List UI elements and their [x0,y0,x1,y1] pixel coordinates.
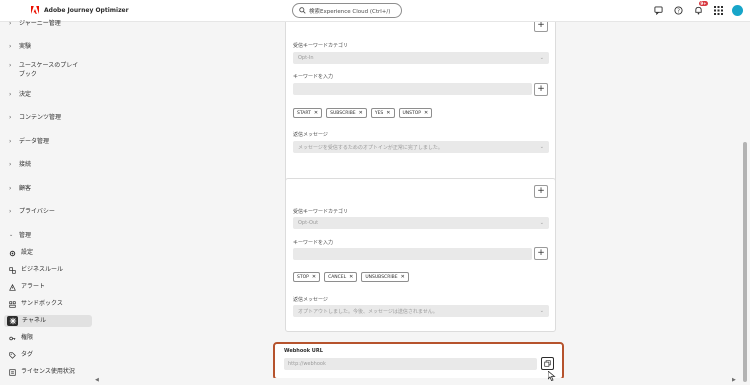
chevron-right-icon: › [9,20,12,27]
app-title[interactable]: Adobe Journey Optimizer [44,7,129,14]
mouse-pointer-icon [547,366,556,385]
chevron-down-icon: ⌄ [9,232,14,238]
chevron-down-icon: ⌄ [539,144,544,150]
chevron-down-icon: ⌄ [539,308,544,314]
webhook-url-field[interactable]: http://webhook [284,358,537,370]
sidebar-item-business-rules[interactable]: ビジネスルール [0,266,63,275]
sidebar-item-decisioning[interactable]: › 決定 [0,91,31,100]
sidebar-item-channels[interactable]: チャネル [4,315,92,327]
chevron-right-icon: › [9,62,12,69]
remove-tag-icon[interactable]: ✕ [424,110,428,116]
business-rules-icon [7,266,17,274]
sidebar: › ジャーニー管理 › 実験 › ユースケースのプレイブック › 決定 › コンテンツ管理… [0,20,95,384]
chevron-right-icon: › [9,138,12,145]
keyword-tag[interactable]: UNSTOP ✕ [398,108,433,118]
add-optin-keyword-button[interactable]: + [534,83,548,96]
scroll-right-arrow-icon[interactable]: ▶ [732,377,736,383]
optin-keyword-tags: START ✕ SUBSCRIBE ✕ YES ✕ UNSTOP ✕ [293,108,433,118]
remove-tag-icon[interactable]: ✕ [386,110,390,116]
optin-category-label: 受信キーワードカテゴリ [293,43,349,49]
help-icon[interactable]: ? [672,4,684,16]
keyword-tag[interactable]: SUBSCRIBE ✕ [326,108,367,118]
header-actions: ? 9+ [652,1,743,16]
notification-badge: 9+ [698,1,708,6]
license-icon [7,368,17,376]
keyword-tag[interactable]: STOP ✕ [293,272,321,282]
sidebar-item-administration[interactable]: ⌄ 管理 [0,232,31,241]
optin-reply-select[interactable]: メッセージを受信するためのオプトインが正常に完了しました。 ⌄ [293,141,549,153]
sidebar-item-journey-management[interactable]: › ジャーニー管理 [0,20,61,29]
remove-tag-icon[interactable]: ✕ [349,274,353,280]
optin-reply-label: 返信メッセージ [293,132,328,138]
sidebar-item-sandboxes[interactable]: サンドボックス [0,300,63,309]
sidebar-item-license-usage[interactable]: ライセンス使用状況 [0,368,75,377]
optout-keyword-label: キーワードを入力 [293,240,334,246]
chevron-right-icon: › [9,43,12,50]
optin-category-select[interactable]: Opt-In ⌄ [293,52,549,64]
remove-tag-icon[interactable]: ✕ [359,110,363,116]
channel-icon [7,316,18,326]
optout-category-select[interactable]: Opt-Out ⌄ [293,217,549,229]
optin-keyword-label: キーワードを入力 [293,74,334,80]
search-input[interactable]: 検索Experience Cloud (Ctrl+/) [292,3,402,18]
optout-reply-select[interactable]: オプトアウトしました。今後、メッセージは送信されません。 ⌄ [293,305,549,317]
sandbox-icon [7,300,17,308]
sidebar-item-alerts[interactable]: アラート [0,283,45,292]
main-content: + 受信キーワードカテゴリ Opt-In ⌄ キーワードを入力 + START ✕… [95,22,740,378]
sidebar-item-tags[interactable]: タグ [0,351,33,360]
scroll-left-arrow-icon[interactable]: ◀ [95,377,99,383]
sidebar-item-settings[interactable]: 設定 [0,249,33,258]
key-icon [7,334,17,342]
search-placeholder: 検索Experience Cloud (Ctrl+/) [309,8,391,15]
vertical-scrollbar[interactable] [740,22,750,384]
webhook-url-label: Webhook URL [284,348,323,354]
tag-icon [7,351,17,359]
sidebar-item-connections[interactable]: › 接続 [0,161,31,170]
chevron-right-icon: › [9,114,12,121]
optout-keyword-tags: STOP ✕ CANCEL ✕ UNSUBSCRIBE ✕ [293,272,409,282]
sidebar-item-content-management[interactable]: › コンテンツ管理 [0,114,61,123]
sidebar-item-customers[interactable]: › 顧客 [0,185,31,194]
adobe-logo-icon[interactable] [31,6,39,15]
keyword-tag[interactable]: UNSUBSCRIBE ✕ [361,272,409,282]
add-optout-keyword-button[interactable]: + [534,247,548,260]
apps-grid-icon[interactable] [712,4,724,16]
chevron-right-icon: › [9,91,12,98]
chevron-down-icon: ⌄ [539,220,544,226]
optin-keyword-card: + 受信キーワードカテゴリ Opt-In ⌄ キーワードを入力 + START ✕… [285,22,556,186]
chevron-right-icon: › [9,208,12,215]
remove-tag-icon[interactable]: ✕ [312,274,316,280]
feedback-icon[interactable] [652,4,664,16]
sidebar-item-experiments[interactable]: › 実験 [0,43,31,52]
chevron-down-icon: ⌄ [539,55,544,61]
alert-icon [7,283,17,291]
scrollbar-thumb[interactable] [743,142,747,382]
optout-keyword-card: + 受信キーワードカテゴリ Opt-Out ⌄ キーワードを入力 + STOP ✕… [285,178,556,332]
add-keyword-category-button[interactable]: + [534,185,548,198]
notifications-bell-icon[interactable]: 9+ [692,1,708,16]
svg-text:?: ? [677,8,680,14]
user-avatar[interactable] [732,4,743,16]
webhook-url-section: Webhook URL http://webhook [273,342,564,378]
sidebar-item-permissions[interactable]: 権限 [0,334,33,343]
keyword-tag[interactable]: START ✕ [293,108,323,118]
keyword-tag[interactable]: YES ✕ [370,108,395,118]
optout-category-label: 受信キーワードカテゴリ [293,209,349,215]
sidebar-item-data-management[interactable]: › データ管理 [0,138,49,147]
keyword-tag[interactable]: CANCEL ✕ [324,272,358,282]
remove-tag-icon[interactable]: ✕ [314,110,318,116]
optout-reply-label: 返信メッセージ [293,297,328,303]
chevron-right-icon: › [9,161,12,168]
optin-keyword-input[interactable] [293,83,532,95]
top-bar: Adobe Journey Optimizer 検索Experience Clo… [0,0,750,22]
remove-tag-icon[interactable]: ✕ [401,274,405,280]
sidebar-item-privacy[interactable]: › プライバシー [0,208,55,217]
add-keyword-category-button[interactable]: + [534,22,548,32]
sidebar-item-playbooks[interactable]: › ユースケースのプレイブック [0,62,80,79]
gear-icon [7,249,17,257]
chevron-right-icon: › [9,185,12,192]
search-icon [299,7,306,14]
optout-keyword-input[interactable] [293,248,532,260]
